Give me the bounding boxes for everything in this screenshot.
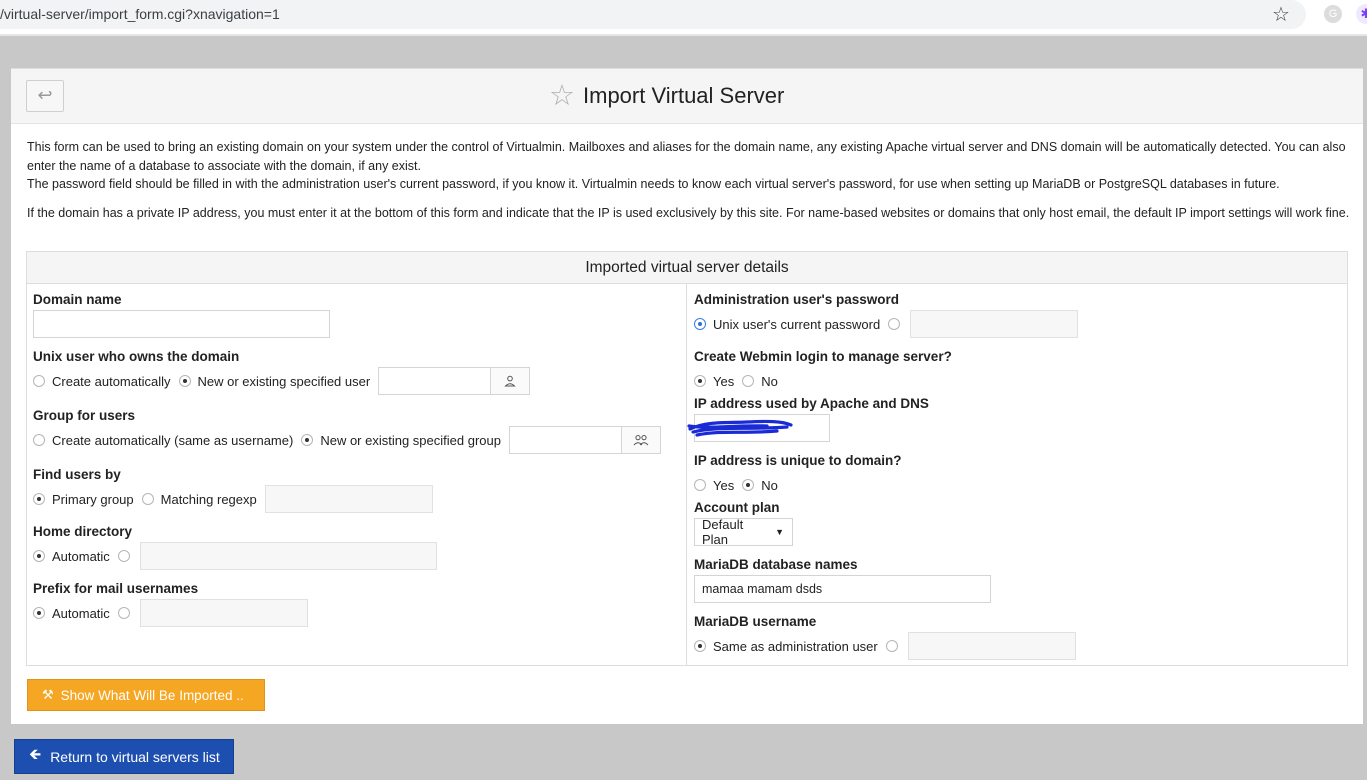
unix-user-options: Create automatically New or existing spe… [33, 367, 531, 395]
group-picker-icon[interactable] [621, 426, 661, 454]
admin-password-custom-radio[interactable] [888, 318, 901, 330]
admin-password-input[interactable] [910, 310, 1079, 338]
admin-password-current-label: Unix user's current password [713, 316, 881, 332]
group-specified-label: New or existing specified group [320, 432, 501, 448]
find-users-options: Primary group Matching regexp [33, 485, 433, 513]
group-input[interactable] [508, 426, 622, 454]
user-picker-icon[interactable] [491, 367, 531, 395]
ip-address-label: IP address used by Apache and DNS [694, 396, 929, 411]
browser-toolbar: /virtual-server/import_form.cgi?xnavigat… [0, 0, 1367, 34]
home-dir-auto-label: Automatic [52, 548, 110, 564]
group-label: Group for users [33, 408, 136, 423]
group-specified-radio[interactable] [301, 434, 314, 446]
home-dir-input[interactable] [139, 542, 437, 570]
webmin-login-options: Yes No [694, 367, 786, 395]
unix-user-specified-label: New or existing specified user [197, 373, 371, 389]
group-auto-radio[interactable] [33, 434, 45, 446]
domain-name-input[interactable] [33, 310, 330, 338]
ip-address-field [687, 414, 830, 442]
address-url[interactable]: /virtual-server/import_form.cgi?xnavigat… [0, 6, 280, 22]
back-button[interactable]: ↩ [26, 80, 64, 112]
show-imported-label: Show What Will Be Imported .. [60, 687, 244, 703]
redaction-scribble [687, 419, 793, 437]
admin-password-current-radio[interactable] [694, 318, 706, 330]
group-auto-label: Create automatically (same as username) [52, 432, 294, 448]
bookmark-star-icon[interactable]: ☆ [1272, 2, 1290, 27]
home-dir-custom-radio[interactable] [117, 550, 130, 562]
ip-unique-no-label: No [761, 477, 778, 493]
webmin-login-label: Create Webmin login to manage server? [694, 349, 952, 364]
description-paragraph-2: If the domain has a private IP address, … [27, 206, 1350, 220]
main-panel: ↩ ☆ Import Virtual Server This form can … [11, 68, 1363, 724]
section-title: Imported virtual server details [27, 252, 1347, 284]
mail-prefix-label: Prefix for mail usernames [33, 581, 199, 596]
domain-name-label: Domain name [33, 292, 122, 307]
find-users-primary-label: Primary group [52, 491, 134, 507]
find-users-primary-radio[interactable] [33, 493, 45, 505]
admin-password-label: Administration user's password [694, 292, 900, 307]
unix-user-label: Unix user who owns the domain [33, 349, 240, 364]
ip-unique-label: IP address is unique to domain? [694, 453, 902, 468]
description-text-2: The password field should be filled in w… [27, 177, 1280, 191]
db-names-label: MariaDB database names [694, 557, 858, 572]
description-paragraph-1: This form can be used to bring an existi… [27, 138, 1352, 194]
show-imported-button[interactable]: ⚒ Show What Will Be Imported .. [27, 679, 265, 711]
extension-icon[interactable]: G [1324, 5, 1342, 23]
unix-user-auto-label: Create automatically [52, 373, 171, 389]
db-username-same-radio[interactable] [694, 640, 706, 652]
panel-header: ↩ ☆ Import Virtual Server [11, 69, 1363, 124]
db-username-label: MariaDB username [694, 614, 817, 629]
find-users-label: Find users by [33, 467, 121, 482]
address-bar[interactable]: /virtual-server/import_form.cgi?xnavigat… [0, 0, 1306, 29]
page-title-wrap: ☆ Import Virtual Server [549, 80, 784, 112]
home-dir-auto-radio[interactable] [33, 550, 45, 562]
toolbar-divider [0, 34, 1367, 36]
back-arrow-icon: ↩ [37, 85, 53, 105]
admin-password-options: Unix user's current password [694, 310, 1079, 338]
return-to-list-label: Return to virtual servers list [50, 748, 220, 765]
extension-puzzle-icon[interactable]: ✱ [1356, 4, 1367, 24]
account-plan-label: Account plan [694, 500, 780, 515]
group-options: Create automatically (same as username) … [33, 426, 661, 454]
webmin-login-no-label: No [761, 373, 778, 389]
unix-user-auto-radio[interactable] [33, 375, 45, 387]
import-icon: ⚒ [42, 687, 54, 702]
ip-unique-yes-radio[interactable] [694, 479, 706, 491]
return-to-list-button[interactable]: 🡸 Return to virtual servers list [14, 739, 234, 774]
home-dir-options: Automatic [33, 542, 437, 570]
webmin-login-no-radio[interactable] [742, 375, 755, 387]
db-username-same-label: Same as administration user [713, 638, 878, 654]
db-username-input[interactable] [907, 632, 1076, 660]
db-names-input[interactable] [694, 575, 991, 603]
mail-prefix-auto-radio[interactable] [33, 607, 45, 619]
find-users-regexp-radio[interactable] [141, 493, 154, 505]
account-plan-value: Default Plan [702, 517, 744, 547]
ip-unique-no-radio[interactable] [742, 479, 755, 491]
arrow-left-icon: 🡸 [29, 746, 42, 763]
find-users-regexp-label: Matching regexp [160, 491, 257, 507]
account-plan-select[interactable]: Default Plan ▼ [694, 517, 793, 547]
db-username-options: Same as administration user [694, 632, 1076, 660]
ip-unique-yes-label: Yes [713, 477, 735, 493]
description-text-1: This form can be used to bring an existi… [27, 140, 1346, 173]
db-username-custom-radio[interactable] [885, 640, 898, 652]
unix-user-specified-radio[interactable] [178, 375, 191, 387]
dropdown-caret-icon: ▼ [775, 527, 784, 537]
column-divider [686, 284, 687, 666]
favorite-star-icon[interactable]: ☆ [549, 81, 575, 111]
regexp-input[interactable] [264, 485, 433, 513]
mail-prefix-input[interactable] [139, 599, 308, 627]
webmin-login-yes-radio[interactable] [694, 375, 706, 387]
unix-user-input[interactable] [378, 367, 492, 395]
webmin-login-yes-label: Yes [713, 373, 735, 389]
mail-prefix-auto-label: Automatic [52, 605, 110, 621]
mail-prefix-custom-radio[interactable] [117, 607, 130, 619]
home-dir-label: Home directory [33, 524, 133, 539]
import-details-table: Imported virtual server details Domain n… [26, 251, 1348, 666]
page-title: Import Virtual Server [583, 83, 785, 108]
ip-unique-options: Yes No [694, 471, 786, 499]
mail-prefix-options: Automatic [33, 599, 308, 627]
